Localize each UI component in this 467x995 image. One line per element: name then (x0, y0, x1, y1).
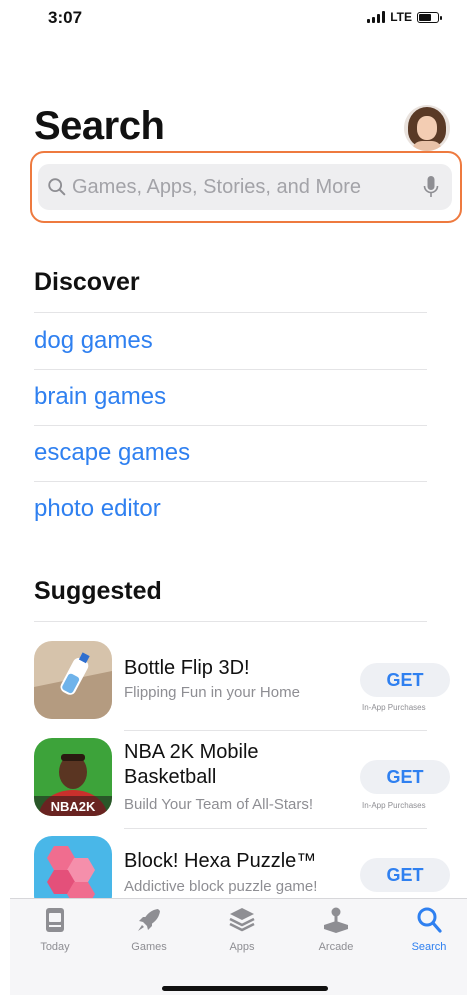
search-icon (417, 907, 442, 933)
network-type: LTE (390, 10, 412, 24)
status-indicators: LTE (367, 10, 442, 24)
discover-item-photo-editor[interactable]: photo editor (34, 495, 161, 523)
status-time: 3:07 (48, 8, 83, 27)
app-subtitle: Build Your Team of All-Stars! (124, 796, 313, 813)
discover-item-brain-games[interactable]: brain games (34, 383, 166, 411)
status-bar: 3:07 LTE (0, 0, 467, 40)
divider (34, 425, 427, 426)
tab-today[interactable]: Today (15, 905, 95, 965)
tab-bar: Today Games Apps Arcade Search (10, 898, 467, 995)
joystick-icon (324, 907, 348, 933)
tab-label: Today (40, 941, 70, 953)
today-icon (46, 908, 64, 932)
get-button[interactable]: GET (360, 663, 450, 697)
get-button[interactable]: GET (360, 760, 450, 794)
suggested-app-row[interactable]: NBA2K NBA 2K Mobile Basketball Build You… (0, 734, 467, 834)
page-title: Search (34, 104, 165, 148)
search-icon (48, 178, 66, 196)
divider (34, 369, 427, 370)
search-bar[interactable] (38, 164, 452, 210)
in-app-purchases-note: In-App Purchases (362, 801, 426, 810)
home-indicator[interactable] (162, 986, 328, 991)
microphone-icon[interactable] (422, 175, 440, 199)
divider (124, 828, 427, 829)
tab-apps[interactable]: Apps (202, 905, 282, 965)
search-input[interactable] (68, 174, 422, 200)
tab-games[interactable]: Games (109, 905, 189, 965)
discover-heading: Discover (34, 268, 140, 296)
layers-icon (229, 908, 255, 932)
suggested-heading: Suggested (34, 577, 162, 605)
nba-2k-icon-text: NBA2K (51, 799, 96, 814)
battery-icon (417, 11, 442, 23)
get-button[interactable]: GET (360, 858, 450, 892)
app-name: NBA 2K Mobile Basketball (124, 741, 259, 788)
divider (124, 730, 427, 731)
tab-label: Apps (229, 941, 255, 953)
rocket-icon (138, 909, 160, 931)
app-name: Bottle Flip 3D! (124, 657, 250, 679)
bottle-flip-icon (34, 641, 112, 719)
tab-search[interactable]: Search (389, 905, 467, 965)
discover-item-escape-games[interactable]: escape games (34, 439, 190, 467)
nba-2k-icon: NBA2K (34, 738, 112, 816)
account-avatar[interactable] (404, 105, 450, 151)
cellular-signal-icon (367, 11, 386, 23)
tab-label: Arcade (318, 941, 354, 953)
suggested-app-row[interactable]: Bottle Flip 3D! Flipping Fun in your Hom… (0, 636, 467, 736)
discover-item-dog-games[interactable]: dog games (34, 327, 153, 355)
divider (34, 312, 427, 313)
tab-label: Games (131, 941, 167, 953)
divider (34, 621, 427, 622)
tab-arcade[interactable]: Arcade (296, 905, 376, 965)
tab-label: Search (411, 941, 447, 953)
app-name: Block! Hexa Puzzle™ (124, 850, 317, 872)
divider (34, 481, 427, 482)
app-subtitle: Flipping Fun in your Home (124, 684, 300, 701)
in-app-purchases-note: In-App Purchases (362, 703, 426, 712)
app-subtitle: Addictive block puzzle game! (124, 878, 318, 895)
